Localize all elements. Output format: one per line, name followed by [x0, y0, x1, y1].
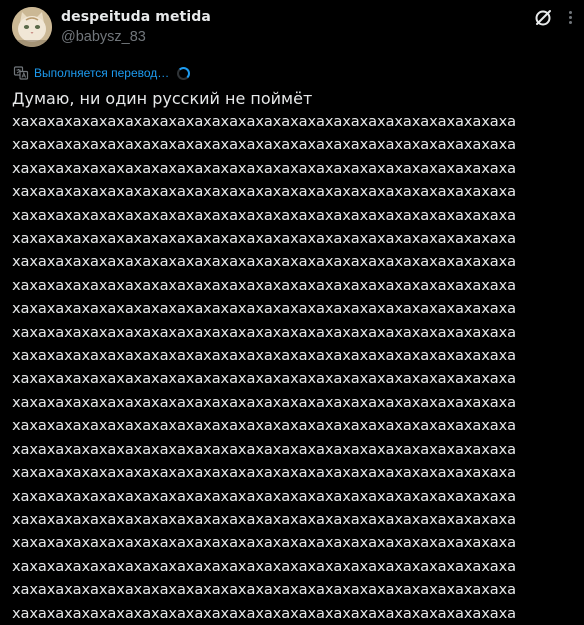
- cat-avatar-icon: [12, 7, 52, 47]
- tweet-text-line: хахахахахахахахахахахахахахахахахахахаха…: [12, 487, 517, 505]
- tweet-header: despeituda metida @babysz_83: [12, 7, 572, 47]
- laugh-lines: хахахахахахахахахахахахахахахахахахахаха…: [12, 110, 574, 625]
- tweet-card: despeituda metida @babysz_83 Выполняется…: [0, 0, 584, 622]
- grok-icon: [535, 10, 551, 26]
- tweet-text-line: хахахахахахахахахахахахахахахахахахахаха…: [12, 510, 517, 528]
- tweet-text-line: хахахахахахахахахахахахахахахахахахахаха…: [12, 136, 517, 154]
- tweet-text-line: хахахахахахахахахахахахахахахахахахахаха…: [12, 300, 517, 318]
- tweet-text-line: хахахахахахахахахахахахахахахахахахахаха…: [12, 581, 517, 599]
- translation-status-text[interactable]: Выполняется перевод…: [34, 65, 169, 81]
- tweet-text-line: хахахахахахахахахахахахахахахахахахахаха…: [12, 159, 517, 177]
- tweet-text-line: хахахахахахахахахахахахахахахахахахахаха…: [12, 534, 517, 552]
- tweet-text-line: хахахахахахахахахахахахахахахахахахахаха…: [12, 323, 517, 341]
- tweet-text-line: хахахахахахахахахахахахахахахахахахахаха…: [12, 276, 517, 294]
- tweet-text-line: хахахахахахахахахахахахахахахахахахахаха…: [12, 604, 517, 622]
- more-icon: [568, 10, 572, 14]
- display-name[interactable]: despeituda metida: [61, 8, 211, 26]
- tweet-text-first-line: Думаю, ни один русский не поймёт: [12, 89, 313, 108]
- handle[interactable]: @babysz_83: [61, 28, 211, 46]
- tweet-text-line: хахахахахахахахахахахахахахахахахахахаха…: [12, 347, 517, 365]
- tweet-text-line: хахахахахахахахахахахахахахахахахахахаха…: [12, 370, 517, 388]
- translate-icon: [13, 65, 29, 81]
- tweet-text-line: хахахахахахахахахахахахахахахахахахахаха…: [12, 440, 517, 458]
- loading-spinner-icon: [177, 66, 191, 80]
- tweet-text-line: хахахахахахахахахахахахахахахахахахахаха…: [12, 417, 517, 435]
- tweet-text-line: хахахахахахахахахахахахахахахахахахахаха…: [12, 113, 517, 130]
- tweet-text-line: хахахахахахахахахахахахахахахахахахахаха…: [12, 393, 517, 411]
- tweet-text-line: хахахахахахахахахахахахахахахахахахахаха…: [12, 557, 517, 575]
- tweet-text-line: хахахахахахахахахахахахахахахахахахахаха…: [12, 464, 517, 482]
- tweet-text-line: хахахахахахахахахахахахахахахахахахахаха…: [12, 183, 517, 201]
- tweet-text-line: хахахахахахахахахахахахахахахахахахахаха…: [12, 253, 517, 271]
- tweet-text-line: хахахахахахахахахахахахахахахахахахахаха…: [12, 206, 517, 224]
- translation-status[interactable]: Выполняется перевод…: [13, 64, 191, 82]
- more-icon-dot: [568, 20, 572, 24]
- author-block: despeituda metida @babysz_83: [61, 8, 211, 46]
- more-icon-dot: [568, 15, 572, 19]
- grok-button[interactable]: [532, 7, 554, 29]
- tweet-text: Думаю, ни один русский не поймёт хахахах…: [12, 88, 574, 625]
- more-button[interactable]: [560, 5, 580, 29]
- avatar[interactable]: [12, 7, 52, 47]
- tweet-text-line: хахахахахахахахахахахахахахахахахахахаха…: [12, 230, 517, 248]
